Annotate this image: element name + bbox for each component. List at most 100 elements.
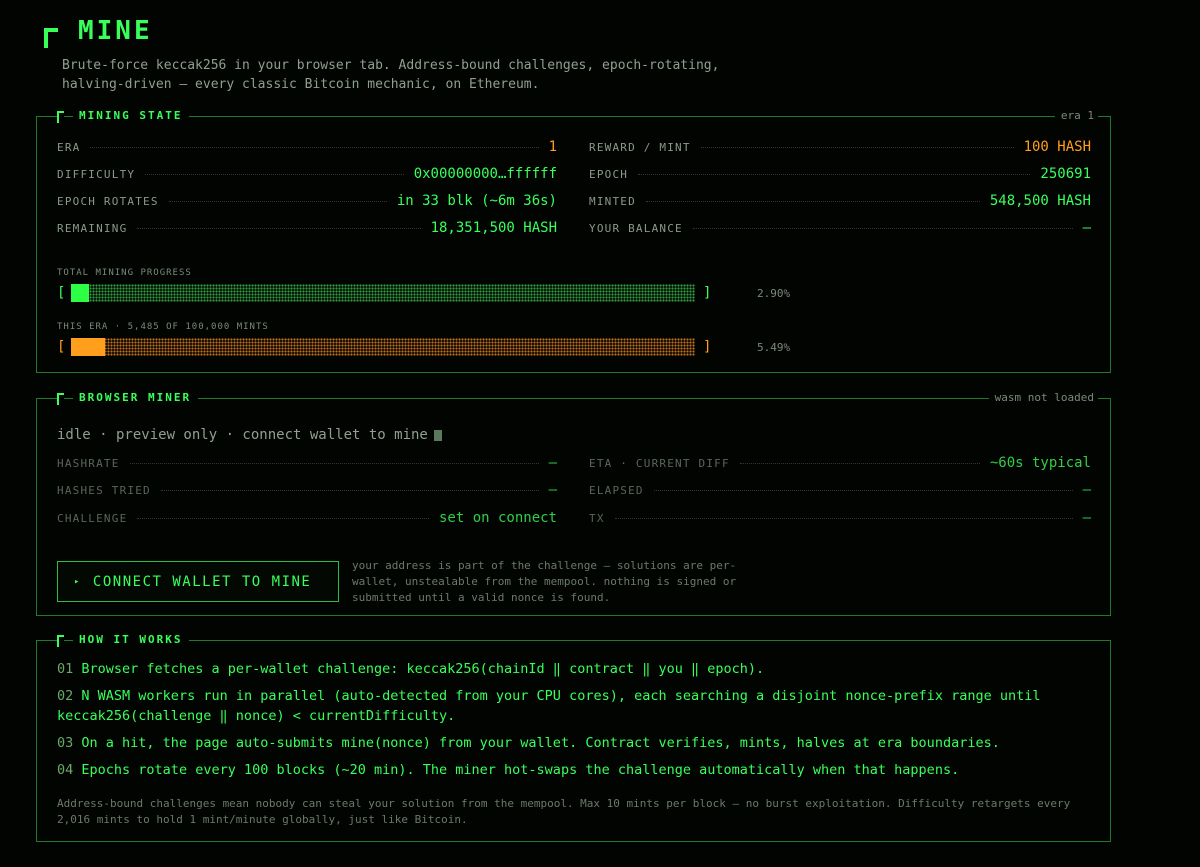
stat-value: — — [548, 482, 557, 498]
browser-miner-panel: BROWSER MINER wasm not loaded idle · pre… — [36, 391, 1111, 616]
progress-fill — [71, 338, 106, 356]
bracket-close: ] — [703, 339, 712, 355]
stat-value: — — [1082, 510, 1091, 526]
step-number: 01 — [57, 661, 74, 677]
progress-percent: 2.90% — [757, 287, 791, 300]
stat-eta: ETA · CURRENT DIFF ~60s typical — [589, 455, 1091, 473]
stat-label: REMAINING — [57, 222, 128, 235]
corner-bracket-icon — [57, 635, 64, 647]
step-item: 03 On a hit, the page auto-submits mine(… — [57, 733, 1077, 753]
panel-title: MINING STATE — [73, 109, 190, 123]
stat-label: CHALLENGE — [57, 512, 128, 525]
stat-value: 1 — [548, 139, 557, 155]
stat-label: ERA — [57, 141, 81, 154]
bracket-open: [ — [57, 285, 66, 301]
stat-challenge: CHALLENGE set on connect — [57, 510, 557, 528]
stat-label: ETA · CURRENT DIFF — [589, 457, 730, 470]
stat-value: set on connect — [438, 510, 557, 526]
step-number: 03 — [57, 735, 74, 751]
panel-title: BROWSER MINER — [73, 391, 199, 405]
stat-label: MINTED — [589, 195, 636, 208]
dot-leader — [645, 201, 980, 202]
stat-era: ERA 1 — [57, 139, 557, 157]
stat-difficulty: DIFFICULTY 0x00000000…ffffff — [57, 166, 557, 184]
wasm-status-tag: wasm not loaded — [988, 391, 1098, 405]
stat-value: 0x00000000…ffffff — [413, 166, 557, 182]
stat-value: 100 HASH — [1023, 139, 1091, 155]
dot-leader — [739, 463, 980, 464]
step-item: 02 N WASM workers run in parallel (auto-… — [57, 686, 1077, 726]
progress-fill — [71, 284, 90, 302]
stat-label: YOUR BALANCE — [589, 222, 683, 235]
corner-bracket-icon — [57, 111, 64, 123]
cursor-icon — [433, 429, 442, 441]
stat-value: 18,351,500 HASH — [430, 220, 557, 236]
dot-leader — [614, 518, 1073, 519]
stat-label: HASHRATE — [57, 457, 120, 470]
stat-label: ELAPSED — [589, 484, 644, 497]
stat-label: EPOCH ROTATES — [57, 195, 159, 208]
stat-epoch: EPOCH 250691 — [589, 166, 1091, 184]
stat-epoch-rotates: EPOCH ROTATES in 33 blk (~6m 36s) — [57, 193, 557, 211]
mining-state-panel: MINING STATE era 1 ERA 1 DIFFICULTY 0x0000… — [36, 109, 1111, 373]
step-item: 01 Browser fetches a per-wallet challeng… — [57, 659, 1077, 679]
corner-bracket-icon — [57, 393, 64, 405]
stat-minted: MINTED 548,500 HASH — [589, 193, 1091, 211]
dot-leader — [90, 147, 539, 148]
stat-value: — — [1082, 482, 1091, 498]
era-progress-bar: [ ] 5.49% — [57, 337, 790, 357]
dot-leader — [638, 174, 1031, 175]
progress-track — [71, 338, 695, 356]
panel-title: HOW IT WORKS — [73, 633, 190, 647]
stat-reward-per-mint: REWARD / MINT 100 HASH — [589, 139, 1091, 157]
bracket-close: ] — [703, 285, 712, 301]
stat-value: 250691 — [1040, 166, 1091, 182]
progress-percent: 5.49% — [757, 341, 791, 354]
step-number: 04 — [57, 762, 74, 778]
era-progress-label: THIS ERA · 5,485 OF 100,000 MINTS — [57, 322, 269, 332]
total-progress-bar: [ ] 2.90% — [57, 283, 790, 303]
connect-wallet-button[interactable]: ▸ CONNECT WALLET TO MINE — [57, 561, 339, 602]
step-text: Epochs rotate every 100 blocks (~20 min)… — [81, 762, 960, 778]
stat-label: EPOCH — [589, 168, 629, 181]
miner-status: idle · preview only · connect wallet to … — [57, 427, 442, 443]
stat-hashrate: HASHRATE — — [57, 455, 557, 473]
dot-leader — [700, 147, 1014, 148]
stat-label: DIFFICULTY — [57, 168, 136, 181]
stat-label: TX — [589, 512, 605, 525]
stat-elapsed: ELAPSED — — [589, 482, 1091, 500]
stat-value: 548,500 HASH — [989, 193, 1091, 209]
total-progress-label: TOTAL MINING PROGRESS — [57, 268, 192, 278]
how-it-works-note: Address-bound challenges mean nobody can… — [57, 797, 1071, 826]
stat-value: in 33 blk (~6m 36s) — [396, 193, 557, 209]
dot-leader — [137, 518, 429, 519]
stat-label: REWARD / MINT — [589, 141, 691, 154]
step-item: 04 Epochs rotate every 100 blocks (~20 m… — [57, 760, 1077, 780]
dot-leader — [160, 490, 539, 491]
stat-remaining: REMAINING 18,351,500 HASH — [57, 220, 557, 238]
stat-label: HASHES TRIED — [57, 484, 151, 497]
step-text: On a hit, the page auto-submits mine(non… — [81, 735, 1000, 751]
dot-leader — [145, 174, 404, 175]
how-it-works-panel: HOW IT WORKS 01 Browser fetches a per-wa… — [36, 633, 1111, 842]
page-title: MINE — [78, 16, 153, 46]
dot-leader — [129, 463, 539, 464]
stat-value: — — [548, 455, 557, 471]
corner-bracket-icon — [44, 28, 58, 48]
stat-hashes-tried: HASHES TRIED — — [57, 482, 557, 500]
stat-value: ~60s typical — [989, 455, 1091, 471]
stat-tx: TX — — [589, 510, 1091, 528]
stat-your-balance: YOUR BALANCE — — [589, 220, 1091, 238]
dot-leader — [168, 201, 387, 202]
era-tag: era 1 — [1054, 109, 1098, 123]
play-arrow-icon: ▸ — [74, 576, 81, 587]
step-text: Browser fetches a per-wallet challenge: … — [81, 661, 765, 677]
dot-leader — [692, 228, 1073, 229]
connect-wallet-label: CONNECT WALLET TO MINE — [92, 573, 312, 590]
dot-leader — [137, 228, 421, 229]
step-number: 02 — [57, 688, 74, 704]
step-text: N WASM workers run in parallel (auto-det… — [57, 688, 1041, 724]
page-subtitle: Brute-force keccak256 in your browser ta… — [62, 58, 720, 92]
progress-track — [71, 284, 695, 302]
miner-note: your address is part of the challenge — … — [352, 559, 737, 604]
